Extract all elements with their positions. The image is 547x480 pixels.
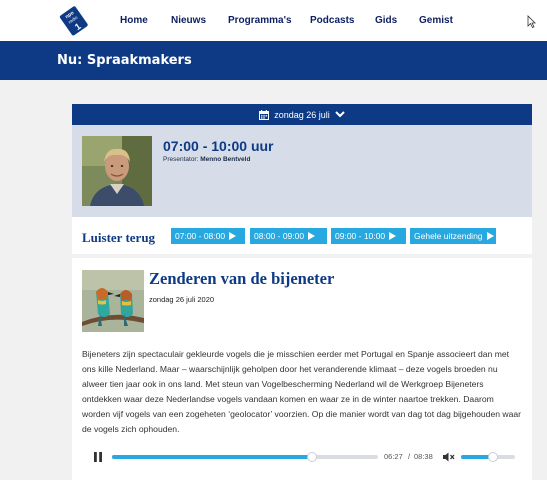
show-panel: 07:00 - 10:00 uur Presentator: Menno Ben… [72,125,532,217]
play-icon [486,232,494,240]
audio-player: 06:27 / 08:38 [84,449,520,465]
date-label: zondag 26 juli [274,109,330,120]
show-time: 07:00 - 10:00 uur [163,138,274,154]
progress-handle[interactable] [307,452,317,462]
nav-links: Home Nieuws Programma's Podcasts Gids Ge… [120,0,459,41]
progress-fill [112,455,312,459]
cursor-icon [527,15,536,28]
listen-segment-full-broadcast[interactable]: Gehele uitzending [410,228,496,244]
top-navigation: npo radio 1 Home Nieuws Programma's Podc… [0,0,547,41]
listen-segment-0800-0900[interactable]: 08:00 - 09:00 [250,228,327,244]
nav-link-home[interactable]: Home [120,15,171,26]
progress-slider[interactable] [112,452,378,462]
volume-slider[interactable] [461,452,515,462]
volume-mute-icon[interactable] [443,452,455,462]
play-icon [229,232,237,240]
listen-back-title: Luister terug [82,230,156,245]
article-card: Zenderen van de bijeneter zondag 26 juli… [72,258,532,480]
page-title: Nu: Spraakmakers [57,53,192,68]
chevron-down-icon [335,111,345,118]
date-selector[interactable]: zondag 26 juli [72,104,532,125]
total-time: 08:38 [414,452,433,461]
nav-link-gids[interactable]: Gids [375,15,419,26]
listen-segment-0700-0800[interactable]: 07:00 - 08:00 [171,228,245,244]
presenter-label: Presentator: [163,156,199,163]
segment-label: 08:00 - 09:00 [254,231,305,241]
npo-radio1-logo[interactable]: npo radio 1 [57,4,90,37]
article-body: Bijeneters zijn spectaculair gekleurde v… [82,349,522,434]
segment-label: 09:00 - 10:00 [335,231,386,241]
time-separator: / [408,452,411,461]
volume-handle[interactable] [488,452,498,462]
presenter-line: Presentator: Menno Bentveld [163,156,250,163]
current-time: 06:27 [384,452,403,461]
segment-label: Gehele uitzending [414,231,483,241]
article-title[interactable]: Zenderen van de bijeneter [149,269,334,289]
presenter-photo [82,136,152,206]
presenter-name[interactable]: Menno Bentveld [200,156,250,163]
nav-link-programmas[interactable]: Programma's [228,15,310,26]
segment-label: 07:00 - 08:00 [175,231,226,241]
nav-link-gemist[interactable]: Gemist [419,15,459,26]
play-icon [389,232,397,240]
now-playing-banner: Nu: Spraakmakers [0,41,547,80]
listen-back-bar: Luister terug 07:00 - 08:00 08:00 - 09:0… [72,217,532,254]
article-date: zondag 26 juli 2020 [149,295,215,304]
calendar-icon [259,109,270,120]
pause-icon[interactable] [94,452,102,462]
nav-link-podcasts[interactable]: Podcasts [310,15,375,26]
play-icon [308,232,316,240]
listen-segment-0900-1000[interactable]: 09:00 - 10:00 [331,228,406,244]
bee-eater-thumbnail[interactable] [82,270,144,332]
nav-link-nieuws[interactable]: Nieuws [171,15,228,26]
